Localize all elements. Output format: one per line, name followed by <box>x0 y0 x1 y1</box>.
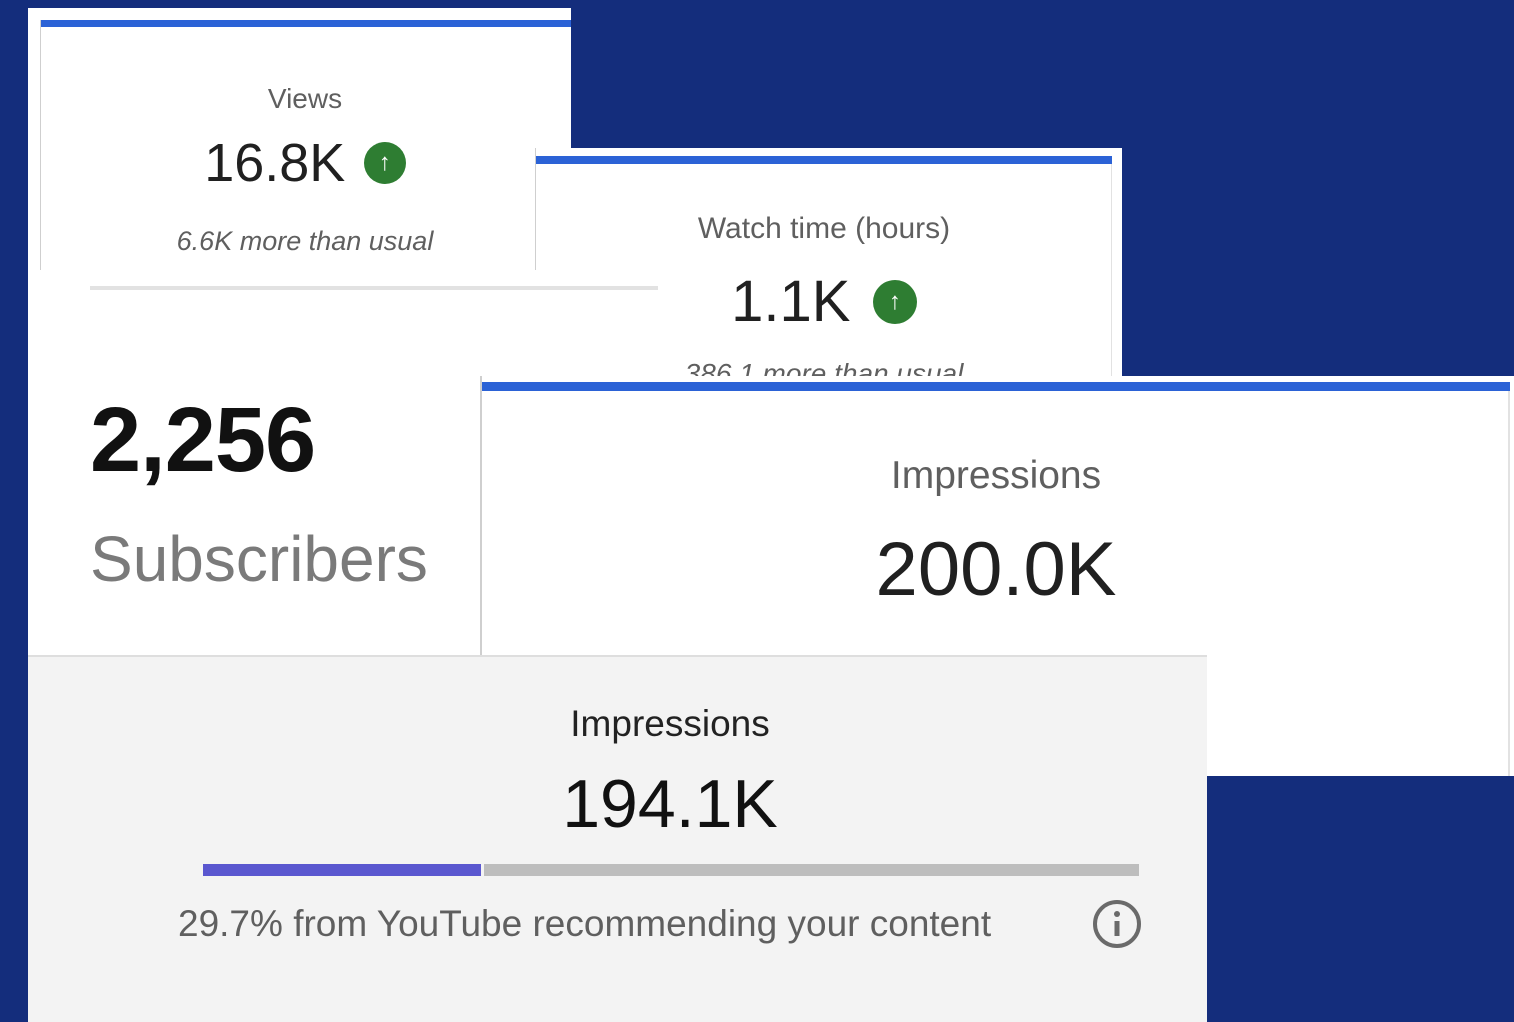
impressions-detail-label: Impressions <box>570 703 770 744</box>
arrow-up-circle-icon: ↑ <box>872 279 917 324</box>
views-note: 6.6K more than usual <box>176 226 434 256</box>
recommendation-progress-track <box>203 864 1139 876</box>
info-icon[interactable] <box>1091 898 1143 950</box>
views-card-inner: Views 16.8K ↑ 6.6K more than usual <box>40 20 571 270</box>
recommendation-progress-fill <box>203 864 484 876</box>
subscribers-divider <box>90 286 658 290</box>
views-value-row: 16.8K ↑ <box>41 132 569 194</box>
watch-time-accent-bar <box>536 156 1112 164</box>
impressions-detail-value: 194.1K <box>562 766 778 842</box>
views-label: Views <box>267 83 343 114</box>
arrow-up-circle-icon: ↑ <box>363 142 406 184</box>
views-value: 16.8K <box>204 133 346 193</box>
views-accent-bar <box>41 20 571 27</box>
impressions-detail-card[interactable]: Impressions 194.1K 29.7% from YouTube re… <box>28 655 1207 1022</box>
recommendation-note: 29.7% from YouTube recommending your con… <box>178 903 992 944</box>
subscribers-value: 2,256 <box>90 389 316 491</box>
impressions-label: Impressions <box>890 454 1102 497</box>
views-card[interactable]: Views 16.8K ↑ 6.6K more than usual <box>28 8 571 270</box>
impressions-value: 200.0K <box>875 527 1117 612</box>
impressions-accent-bar <box>482 382 1510 391</box>
watch-time-value: 1.1K <box>731 269 851 334</box>
watch-time-label: Watch time (hours) <box>697 212 951 245</box>
subscribers-label: Subscribers <box>90 523 428 595</box>
